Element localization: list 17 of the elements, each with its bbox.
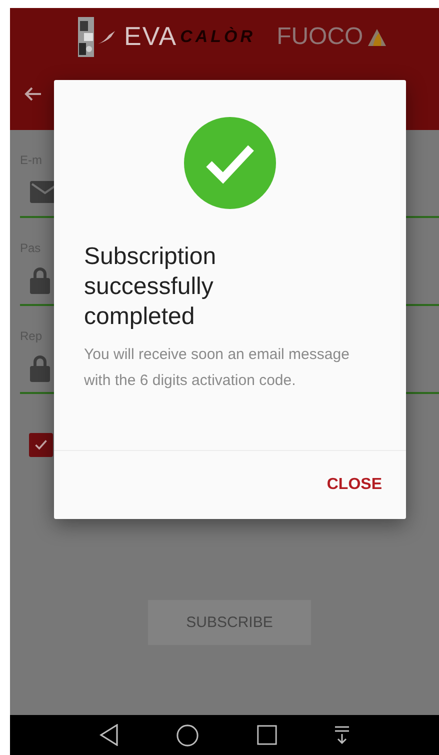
back-icon[interactable] xyxy=(98,724,119,746)
notifications-pull-icon[interactable] xyxy=(334,726,350,744)
back-arrow-icon[interactable] xyxy=(24,86,42,102)
logo-text: CALÒR xyxy=(180,26,256,46)
close-button[interactable]: CLOSE xyxy=(318,470,390,500)
logo-text: FUOCO xyxy=(276,22,364,50)
dialog-message: You will receive soon an email message with the 6 digits activation code. xyxy=(84,345,350,391)
lock-icon xyxy=(30,354,50,382)
checkbox[interactable] xyxy=(29,433,53,457)
lock-icon xyxy=(30,266,50,294)
dialog-title: Subscription successfully completed xyxy=(84,242,218,332)
recents-icon[interactable] xyxy=(256,725,277,745)
logo-text: EVA xyxy=(124,21,178,52)
check-circle-icon xyxy=(184,117,276,209)
check-icon xyxy=(34,438,48,452)
flame-icon xyxy=(366,26,388,46)
home-icon[interactable] xyxy=(176,724,200,746)
